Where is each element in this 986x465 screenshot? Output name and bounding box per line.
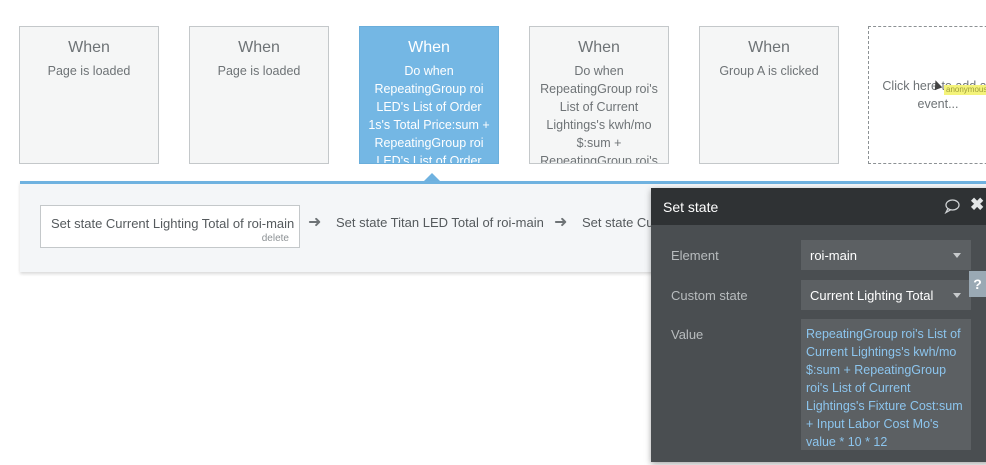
event-title: When (238, 39, 280, 56)
event-title: When (408, 39, 450, 56)
event-title: When (578, 39, 620, 56)
event-description: Page is loaded (47, 64, 131, 78)
event-description: Do when RepeatingGroup roi LED's List of… (368, 64, 490, 164)
custom-state-label: Custom state (671, 288, 748, 303)
event-card-do-when-current-lightings[interactable]: When Do when RepeatingGroup roi's List o… (529, 26, 669, 164)
set-state-panel: Set state ✖ Element roi-main Custom stat… (651, 188, 986, 462)
arrow-right-icon: ➜ (554, 214, 568, 231)
element-dropdown[interactable]: roi-main (801, 240, 971, 270)
action-set-state-truncated[interactable]: Set state Cu (582, 215, 654, 230)
help-button[interactable]: ? (969, 271, 986, 297)
event-description: Do when RepeatingGroup roi's List of Cur… (540, 64, 658, 164)
panel-title: Set state (663, 199, 719, 215)
close-icon[interactable]: ✖ (970, 195, 984, 215)
chevron-down-icon (953, 293, 961, 298)
anonymous-badge: anonymous (944, 85, 986, 95)
event-card-do-when-led-total[interactable]: When Do when RepeatingGroup roi LED's Li… (359, 26, 499, 164)
action-set-state-titan-led[interactable]: Set state Titan LED Total of roi-main (336, 215, 544, 230)
comment-icon[interactable] (944, 198, 960, 214)
action-set-state-current-lighting[interactable]: Set state Current Lighting Total of roi-… (40, 205, 300, 248)
custom-state-value: Current Lighting Total (810, 288, 934, 303)
delete-action-link[interactable]: delete (262, 233, 289, 244)
action-label: Set state Current Lighting Total of roi-… (51, 216, 295, 231)
element-value: roi-main (810, 248, 857, 263)
arrow-right-icon: ➜ (308, 214, 322, 231)
event-card-group-a-clicked[interactable]: When Group A is clicked (699, 26, 839, 164)
event-description: Page is loaded (217, 64, 301, 78)
event-card-page-loaded-2[interactable]: When Page is loaded (189, 26, 329, 164)
element-label: Element (671, 248, 719, 263)
panel-header: Set state ✖ (651, 188, 986, 225)
event-title: When (748, 39, 790, 56)
add-event-button[interactable]: Click here to add an event... (868, 26, 986, 164)
event-description: Group A is clicked (719, 64, 819, 78)
custom-state-dropdown[interactable]: Current Lighting Total (801, 280, 971, 310)
selected-event-pointer (424, 173, 440, 181)
chevron-down-icon (953, 253, 961, 258)
event-title: When (68, 39, 110, 56)
value-expression-input[interactable]: RepeatingGroup roi's List of Current Lig… (801, 319, 971, 450)
value-label: Value (671, 327, 704, 342)
event-card-page-loaded-1[interactable]: When Page is loaded (19, 26, 159, 164)
